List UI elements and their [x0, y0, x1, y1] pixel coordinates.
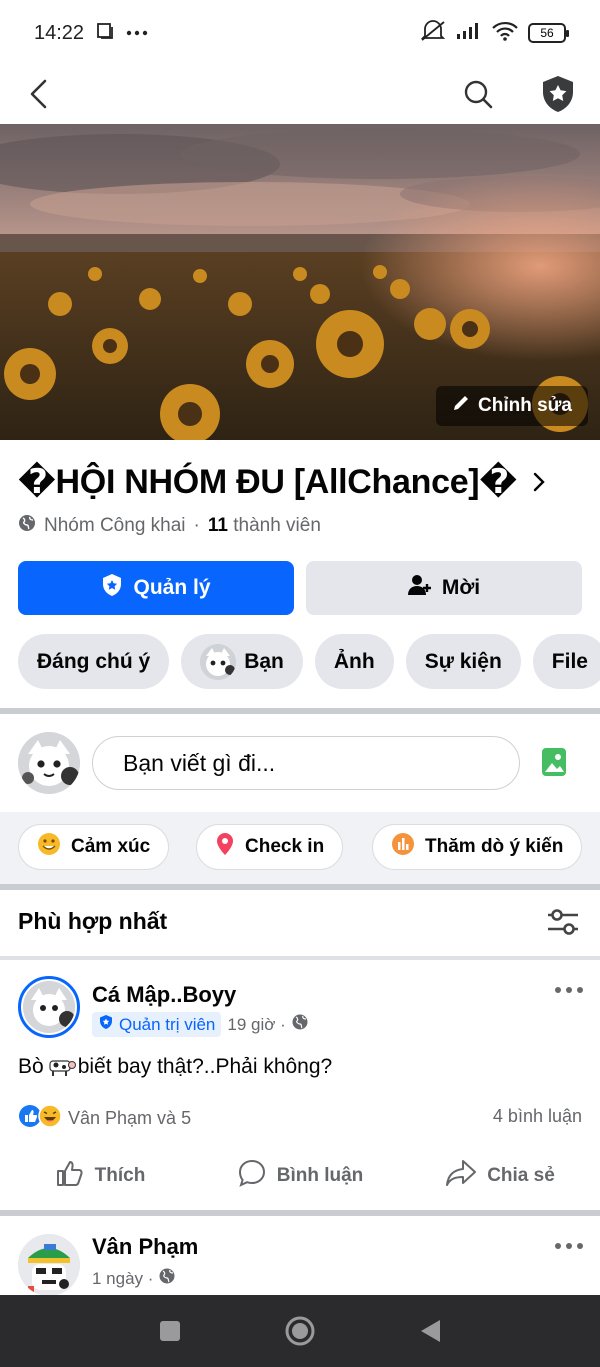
post-meta: 1 ngày ·	[92, 1268, 175, 1289]
tab-files[interactable]: File	[532, 634, 600, 689]
tab-featured[interactable]: Đáng chú ý	[18, 634, 170, 689]
globe-icon	[159, 1268, 175, 1289]
globe-icon	[292, 1014, 308, 1035]
recents-square-icon[interactable]	[152, 1313, 188, 1349]
share-label: Chia sẻ	[487, 1165, 555, 1186]
quick-actions-strip: Cảm xúc Check in Thăm dò ý kiến	[0, 812, 600, 884]
edit-cover-button[interactable]: Chỉnh sửa	[436, 386, 588, 426]
tab-label: Sự kiện	[424, 649, 502, 673]
chevron-right-icon	[533, 470, 553, 494]
like-button[interactable]: Thích	[0, 1152, 200, 1200]
more-options-icon[interactable]	[552, 978, 586, 1002]
admin-role-label: Quản trị viên	[119, 1014, 216, 1034]
checkin-button[interactable]: Check in	[196, 824, 344, 870]
battery-icon: 56	[528, 23, 569, 43]
more-options-icon[interactable]	[552, 1234, 586, 1258]
tab-label: Ảnh	[333, 649, 375, 673]
shield-star-icon	[101, 573, 123, 603]
group-meta: Nhóm Công khai · 11 thành viên	[18, 514, 321, 538]
section-divider	[0, 708, 600, 714]
signal-icon	[456, 22, 482, 45]
admin-role-badge: Quản trị viên	[92, 1012, 222, 1037]
post-text-start: Bò	[18, 1055, 44, 1078]
section-divider	[0, 956, 600, 960]
post-meta: Quản trị viên 19 giờ ·	[92, 1012, 308, 1037]
post-author-name[interactable]: Cá Mập..Boyy	[92, 982, 236, 1008]
comment-bubble-icon	[237, 1158, 267, 1194]
cover-photo[interactable]: Chỉnh sửa	[0, 124, 600, 440]
pencil-icon	[452, 394, 470, 418]
more-dots-icon	[126, 24, 148, 42]
comment-label: Bình luận	[276, 1165, 364, 1186]
back-chevron-icon[interactable]	[22, 74, 54, 114]
post-time: 19 giờ ·	[227, 1014, 286, 1034]
tab-label: Đáng chú ý	[37, 649, 151, 673]
status-time: 14:22	[34, 21, 85, 44]
tab-you[interactable]: Bạn	[181, 634, 303, 689]
back-triangle-icon[interactable]	[412, 1313, 448, 1349]
meta-separator: ·	[193, 515, 200, 536]
checkin-label: Check in	[245, 836, 325, 857]
add-person-icon	[407, 574, 432, 602]
group-name: �HỘI NHÓM ĐU [AllChance]�	[18, 463, 517, 501]
manage-label: Quản lý	[133, 576, 211, 599]
invite-label: Mời	[441, 576, 481, 599]
member-count: 11 thành viên	[207, 515, 321, 536]
photo-icon[interactable]	[540, 746, 568, 778]
avatar[interactable]	[18, 732, 80, 794]
haha-reaction-icon	[38, 1104, 62, 1133]
avatar	[200, 643, 237, 680]
poll-icon	[391, 832, 415, 862]
section-divider	[0, 884, 600, 890]
section-divider	[0, 1210, 600, 1216]
post-text-end: biết bay thật?..Phải không?	[77, 1055, 333, 1078]
reactions-text: Vân Phạm và 5	[68, 1108, 192, 1128]
post-composer-input[interactable]: Bạn viết gì đi...	[92, 736, 520, 790]
location-pin-icon	[215, 832, 235, 862]
cow-icon	[46, 1057, 76, 1077]
feed-sort-title[interactable]: Phù hợp nhất	[18, 908, 167, 935]
tab-events[interactable]: Sự kiện	[405, 634, 521, 689]
post-text: Bò biết bay thật?..Phải không?	[18, 1055, 332, 1079]
comment-button[interactable]: Bình luận	[200, 1152, 400, 1200]
smiley-icon	[37, 832, 61, 862]
group-tabs: Đáng chú ý Bạn Ảnh Sự kiện File	[18, 634, 600, 689]
globe-icon	[18, 514, 36, 538]
thumbs-up-icon	[55, 1158, 85, 1194]
tab-label: File	[551, 649, 588, 673]
group-privacy: Nhóm Công khai	[44, 515, 186, 536]
admin-badge-icon[interactable]	[538, 72, 578, 116]
system-nav-bar	[0, 1295, 600, 1367]
share-arrow-icon	[445, 1158, 477, 1194]
manage-button[interactable]: Quản lý	[18, 561, 294, 615]
screen-icon	[96, 22, 114, 45]
edit-cover-label: Chỉnh sửa	[478, 395, 572, 416]
poll-button[interactable]: Thăm dò ý kiến	[372, 824, 583, 870]
reactions-summary[interactable]: Vân Phạm và 5	[18, 1104, 191, 1133]
filter-sliders-icon[interactable]	[546, 906, 580, 938]
group-title-row[interactable]: �HỘI NHÓM ĐU [AllChance]�	[18, 462, 578, 502]
post-action-bar: Thích Bình luận Chia sẻ	[0, 1152, 600, 1200]
feeling-label: Cảm xúc	[71, 836, 151, 857]
like-label: Thích	[94, 1165, 146, 1186]
post-time: 1 ngày ·	[92, 1268, 154, 1288]
feeling-button[interactable]: Cảm xúc	[18, 824, 170, 870]
status-bar: 14:22 56	[0, 0, 600, 66]
admin-shield-icon	[98, 1014, 114, 1035]
wifi-icon	[492, 21, 518, 46]
poll-label: Thăm dò ý kiến	[425, 836, 564, 857]
invite-button[interactable]: Mời	[306, 561, 582, 615]
tab-photos[interactable]: Ảnh	[314, 634, 394, 689]
mute-icon	[420, 19, 446, 47]
post-author-avatar[interactable]	[18, 976, 80, 1038]
post-author-avatar[interactable]	[18, 1234, 80, 1296]
tab-label: Bạn	[244, 649, 284, 673]
post-author-name[interactable]: Vân Phạm	[92, 1234, 198, 1260]
search-icon[interactable]	[460, 74, 496, 114]
share-button[interactable]: Chia sẻ	[400, 1152, 600, 1200]
comments-count[interactable]: 4 bình luận	[493, 1106, 582, 1127]
home-circle-icon[interactable]	[282, 1313, 318, 1349]
top-nav	[0, 66, 600, 124]
